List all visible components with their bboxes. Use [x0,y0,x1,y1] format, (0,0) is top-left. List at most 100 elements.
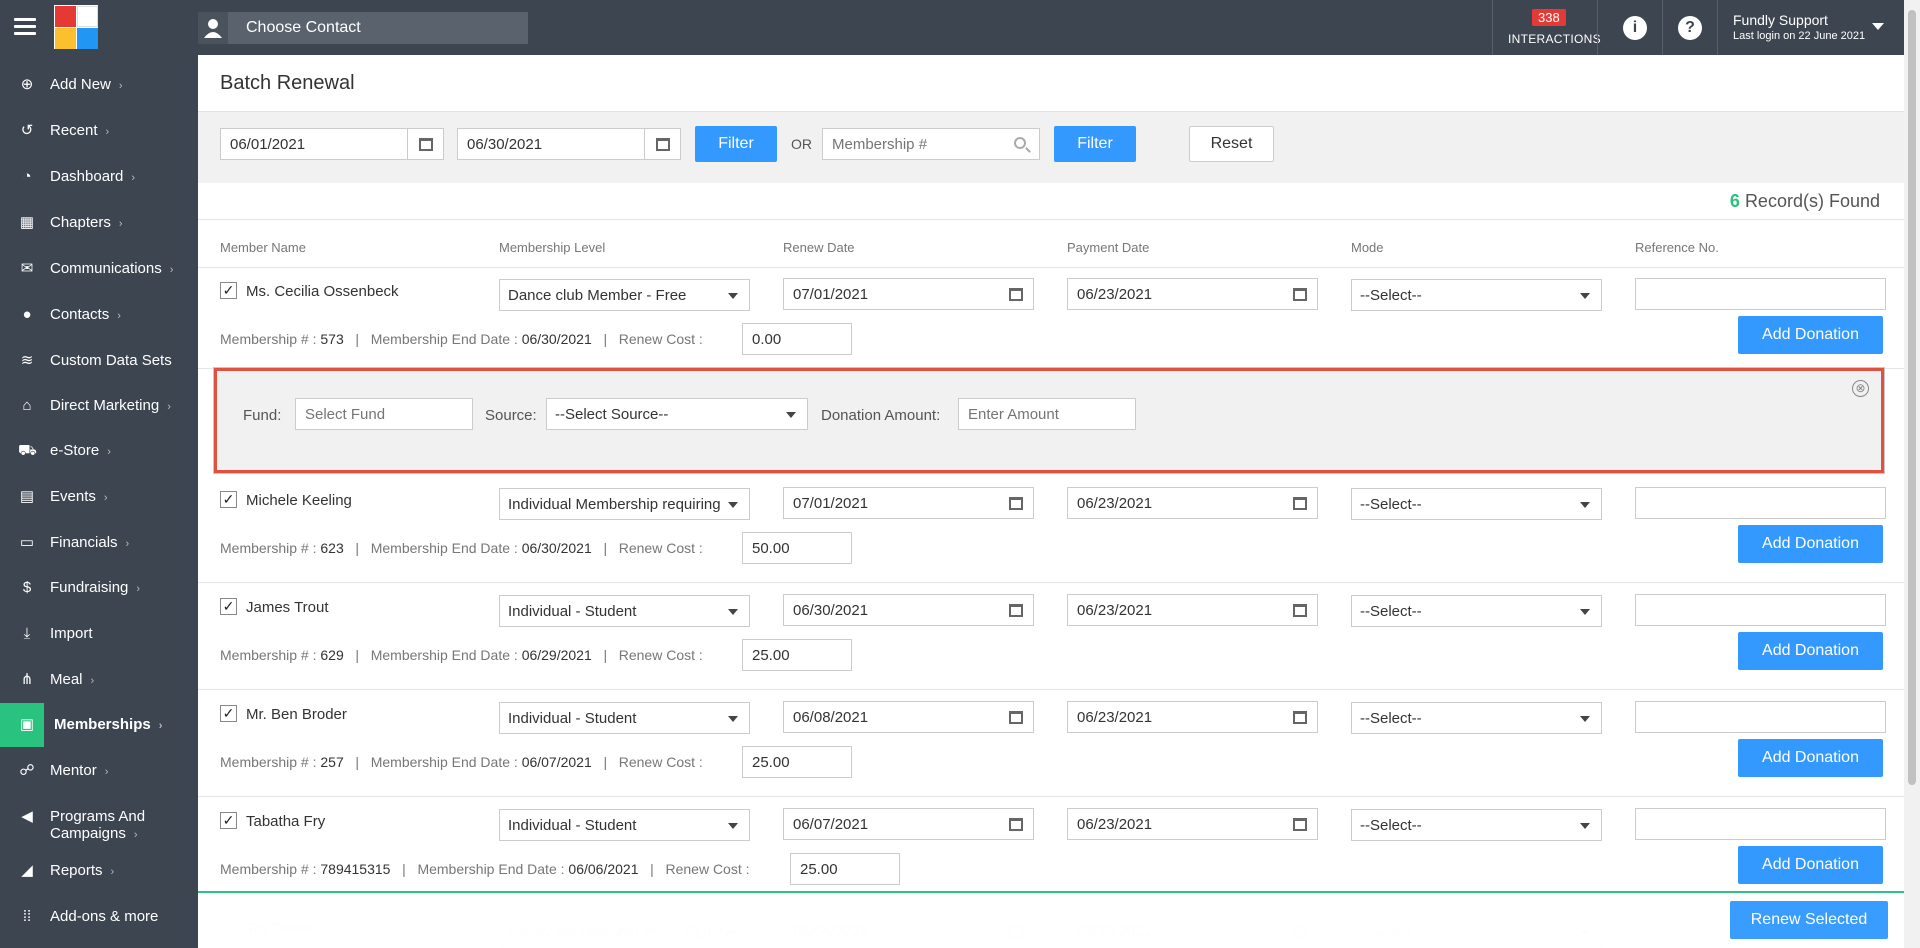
sidebar-item-programs-and[interactable]: ◀ Programs And Campaigns › [0,795,198,851]
sidebar-item-add-new[interactable]: ⊕ Add New › [0,63,198,107]
filter-bar: Filter OR Filter Reset [198,111,1904,183]
sidebar-item-mentor[interactable]: ☍ Mentor › [0,749,198,793]
calendar-icon[interactable] [1282,487,1318,519]
start-date-input[interactable] [220,128,408,160]
end-date-input[interactable] [457,128,645,160]
sidebar-item-label: Custom Data Sets [50,352,172,369]
sidebar-item-financials[interactable]: ▭ Financials › [0,521,198,565]
renew-date-input[interactable] [783,808,999,840]
mode-select[interactable]: --Select-- [1351,595,1602,627]
reference-no-input[interactable] [1635,594,1886,626]
scrollbar-thumb[interactable] [1908,10,1916,785]
reference-no-input[interactable] [1635,487,1886,519]
renew-cost-input[interactable] [742,639,852,671]
donation-amount-input[interactable] [958,398,1136,430]
sidebar-item-fundraising[interactable]: $ Fundraising › [0,566,198,610]
sidebar-item-custom-data-sets[interactable]: ≋ Custom Data Sets [0,339,198,383]
mode-select[interactable]: --Select-- [1351,702,1602,734]
add-donation-button[interactable]: Add Donation [1738,739,1883,777]
calendar-icon[interactable] [1282,278,1318,310]
sidebar-item-recent[interactable]: ↺ Recent › [0,109,198,153]
envelope-icon: ✉ [20,260,34,277]
calendar-icon[interactable] [998,278,1034,310]
source-select[interactable]: --Select Source-- [546,398,808,430]
sidebar-item-label: Chapters › [50,214,123,231]
sidebar-item-meal[interactable]: ⋔ Meal › [0,658,198,702]
calendar-icon[interactable] [1282,808,1318,840]
info-icon[interactable]: i [1623,16,1647,40]
sidebar-item-direct-marketing[interactable]: ⌂ Direct Marketing › [0,384,198,428]
calendar-icon[interactable] [645,128,681,160]
renew-date-input[interactable] [783,701,999,733]
calendar-icon[interactable] [1282,594,1318,626]
sidebar-item-e-store[interactable]: ⛟ e-Store › [0,429,198,473]
choose-contact-label: Choose Contact [246,19,361,36]
add-donation-button[interactable]: Add Donation [1738,316,1883,354]
row-checkbox[interactable]: ✓ [220,812,237,829]
mode-select[interactable]: --Select-- [1351,809,1602,841]
calendar-icon[interactable] [998,808,1034,840]
sidebar-item-add-ons-more[interactable]: ⁞⁞ Add-ons & more [0,895,198,939]
payment-date-input[interactable] [1067,808,1283,840]
renew-date-input[interactable] [783,278,999,310]
row-checkbox[interactable]: ✓ [220,491,237,508]
payment-date-input[interactable] [1067,594,1283,626]
interactions-button[interactable]: 338 INTERACTIONS [1493,0,1601,55]
renew-date-input[interactable] [783,487,999,519]
payment-date-input[interactable] [1067,278,1283,310]
sidebar-item-chapters[interactable]: ▦ Chapters › [0,201,198,245]
renew-cost-input[interactable] [742,532,852,564]
help-icon[interactable]: ? [1678,16,1702,40]
user-icon [198,12,228,44]
sidebar-item-memberships[interactable]: ▣ Memberships › [0,703,198,747]
row-checkbox[interactable]: ✓ [220,598,237,615]
sidebar-item-communications[interactable]: ✉ Communications › [0,247,198,291]
sidebar-item-dashboard[interactable]: ◔ Dashboard › [0,155,198,199]
row-checkbox[interactable]: ✓ [220,705,237,722]
membership-level-select[interactable]: Dance club Member - Free [499,279,750,311]
add-donation-button[interactable]: Add Donation [1738,525,1883,563]
member-name: Tabatha Fry [246,813,326,830]
fund-input[interactable] [295,398,473,430]
search-icon [1014,137,1026,149]
add-donation-button[interactable]: Add Donation [1738,632,1883,670]
sidebar-item-events[interactable]: ▤ Events › [0,475,198,519]
reference-no-input[interactable] [1635,278,1886,310]
membership-level-select[interactable]: Individual - Student [499,809,750,841]
renew-cost-input[interactable] [742,323,852,355]
calendar-icon[interactable] [408,128,444,160]
renew-cost-input[interactable] [742,746,852,778]
membership-search-input[interactable] [822,128,1040,160]
reference-no-input[interactable] [1635,808,1886,840]
calendar-icon[interactable] [998,701,1034,733]
filter-membership-button[interactable]: Filter [1054,126,1136,162]
add-donation-button[interactable]: Add Donation [1738,846,1883,884]
payment-date-input[interactable] [1067,487,1283,519]
calendar-icon[interactable] [998,594,1034,626]
reference-no-input[interactable] [1635,701,1886,733]
renew-selected-button[interactable]: Renew Selected [1730,901,1888,939]
membership-level-select[interactable]: Individual Membership requiring [499,488,750,520]
mode-select[interactable]: --Select-- [1351,488,1602,520]
membership-level-select[interactable]: Individual - Student [499,702,750,734]
close-icon[interactable]: ⊗ [1852,380,1869,397]
sidebar-item-import[interactable]: ⤓ Import [0,612,198,656]
app-logo[interactable] [54,5,98,49]
reset-button[interactable]: Reset [1189,126,1274,162]
membership-level-select[interactable]: Individual - Student [499,595,750,627]
user-menu[interactable]: Fundly Support Last login on 22 June 202… [1718,0,1894,55]
row-checkbox[interactable]: ✓ [220,282,237,299]
scrollbar[interactable] [1904,0,1920,948]
renew-date-input[interactable] [783,594,999,626]
filter-date-button[interactable]: Filter [695,126,777,162]
menu-icon[interactable] [14,18,36,36]
renew-cost-input[interactable] [790,853,900,885]
sidebar-item-contacts[interactable]: ● Contacts › [0,293,198,337]
sidebar-item-label: Direct Marketing › [50,397,171,414]
mode-select[interactable]: --Select-- [1351,279,1602,311]
calendar-icon[interactable] [1282,701,1318,733]
sidebar-item-reports[interactable]: ◢ Reports › [0,849,198,893]
calendar-icon[interactable] [998,487,1034,519]
choose-contact-button[interactable]: Choose Contact [198,12,528,44]
payment-date-input[interactable] [1067,701,1283,733]
